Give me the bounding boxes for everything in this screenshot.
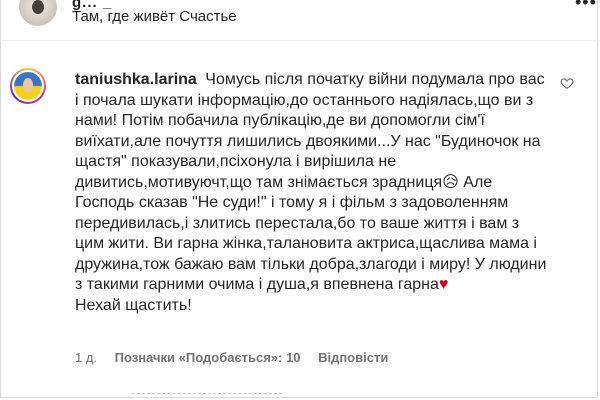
comment-age[interactable]: 1 д. — [75, 350, 97, 365]
comment-text: Чомусь після початку війни подумала про … — [75, 71, 547, 293]
view-replies-line[interactable] — [132, 393, 282, 395]
author-avatar[interactable] — [19, 0, 57, 26]
comment-likes[interactable]: Позначки «Подобається»: 10 — [115, 350, 301, 365]
comment-text-end: Нехай щастить! — [75, 296, 192, 314]
reply-button[interactable]: Відповісти — [318, 350, 388, 365]
more-options-icon[interactable]: ••• — [575, 0, 597, 13]
like-heart-icon[interactable] — [560, 76, 574, 90]
post-header: g... _ Там, где живёт Счастье ••• — [0, 0, 600, 40]
comment-meta: 1 д. Позначки «Подобається»: 10 Відповіс… — [75, 350, 402, 365]
comment-body: taniushka.larina Чомусь після початку ві… — [75, 70, 550, 316]
heart-emoji: ♥ — [438, 276, 449, 293]
header-divider — [0, 40, 600, 41]
commenter-username[interactable]: taniushka.larina — [75, 71, 197, 88]
commenter-avatar[interactable] — [10, 68, 46, 104]
post-location[interactable]: Там, где живёт Счастье — [72, 8, 237, 25]
